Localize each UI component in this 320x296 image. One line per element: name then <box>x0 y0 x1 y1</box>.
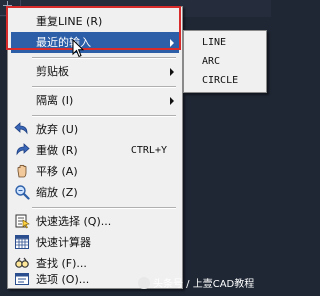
menu-item-label: 剪贴板 <box>36 65 69 78</box>
mouse-pointer-icon <box>72 39 84 58</box>
submenu-item-arc[interactable]: ARC <box>202 52 220 71</box>
menu-item-redo[interactable]: 重做 (R) CTRL+Y <box>11 140 179 161</box>
menu-item-undo[interactable]: 放弃 (U) <box>11 119 179 140</box>
submenu-item-circle[interactable]: CIRCLE <box>202 71 238 90</box>
menu-item-quick-select[interactable]: 快速选择 (Q)... <box>11 211 179 232</box>
menu-item-label: 隔离 (I) <box>36 94 74 107</box>
menu-item-repeat-line[interactable]: 重复LINE (R) <box>11 11 179 32</box>
menu-item-label: 快速计算器 <box>36 236 91 249</box>
menu-item-clipboard[interactable]: 剪贴板 <box>11 61 179 82</box>
menu-item-quick-calc[interactable]: 快速计算器 <box>11 232 179 253</box>
options-icon <box>14 271 30 287</box>
submenu-arrow-icon <box>170 39 174 47</box>
menu-item-isolate[interactable]: 隔离 (I) <box>11 90 179 111</box>
calculator-icon <box>14 234 30 250</box>
menu-item-recent-input[interactable]: 最近的输入 <box>11 32 179 53</box>
menu-separator <box>32 207 176 209</box>
undo-icon <box>14 121 30 137</box>
quick-select-icon <box>14 213 30 229</box>
menu-item-label: 选项 (O)... <box>36 273 90 286</box>
recent-input-submenu: LINE ARC CIRCLE <box>183 30 267 93</box>
context-menu: 重复LINE (R) 最近的输入 剪贴板 隔离 (I) 放弃 (U) 重做 (R… <box>7 6 183 289</box>
menu-item-label: 重做 (R) <box>36 144 78 157</box>
menu-separator <box>32 115 176 117</box>
menu-item-label: 快速选择 (Q)... <box>36 215 112 228</box>
menu-separator <box>32 86 176 88</box>
menu-item-shortcut: CTRL+Y <box>130 145 167 156</box>
pan-icon <box>14 163 30 179</box>
menu-item-pan[interactable]: 平移 (A) <box>11 161 179 182</box>
menu-item-label: 重复LINE (R) <box>36 15 103 28</box>
redo-icon <box>14 142 30 158</box>
watermark: 头条号 / 上壹CAD教程 <box>138 277 254 293</box>
submenu-arrow-icon <box>170 68 174 76</box>
menu-item-label: 放弃 (U) <box>36 123 79 136</box>
zoom-icon <box>14 184 30 200</box>
menu-item-label: 缩放 (Z) <box>36 186 78 199</box>
menu-item-label: 平移 (A) <box>36 165 78 178</box>
menu-separator <box>32 57 176 59</box>
watermark-logo-icon <box>138 277 150 289</box>
menu-item-zoom[interactable]: 缩放 (Z) <box>11 182 179 203</box>
watermark-text: 头条号 / 上壹CAD教程 <box>153 279 255 290</box>
submenu-arrow-icon <box>170 97 174 105</box>
submenu-item-line[interactable]: LINE <box>202 33 226 52</box>
